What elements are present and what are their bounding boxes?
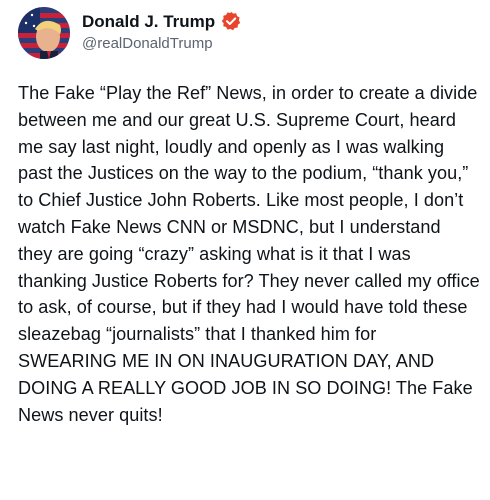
avatar-image (18, 7, 70, 59)
verified-badge-icon (221, 11, 241, 31)
post-card: Donald J. Trump @realDonaldTrump The Fak… (0, 0, 490, 500)
post-header: Donald J. Trump @realDonaldTrump (18, 7, 476, 59)
post-body-text: The Fake “Play the Ref” News, in order t… (18, 83, 485, 425)
author-names: Donald J. Trump @realDonaldTrump (82, 11, 241, 54)
author-avatar[interactable] (18, 7, 70, 59)
author-handle[interactable]: @realDonaldTrump (82, 34, 241, 54)
author-name-row: Donald J. Trump (82, 11, 241, 32)
author-display-name[interactable]: Donald J. Trump (82, 11, 215, 32)
